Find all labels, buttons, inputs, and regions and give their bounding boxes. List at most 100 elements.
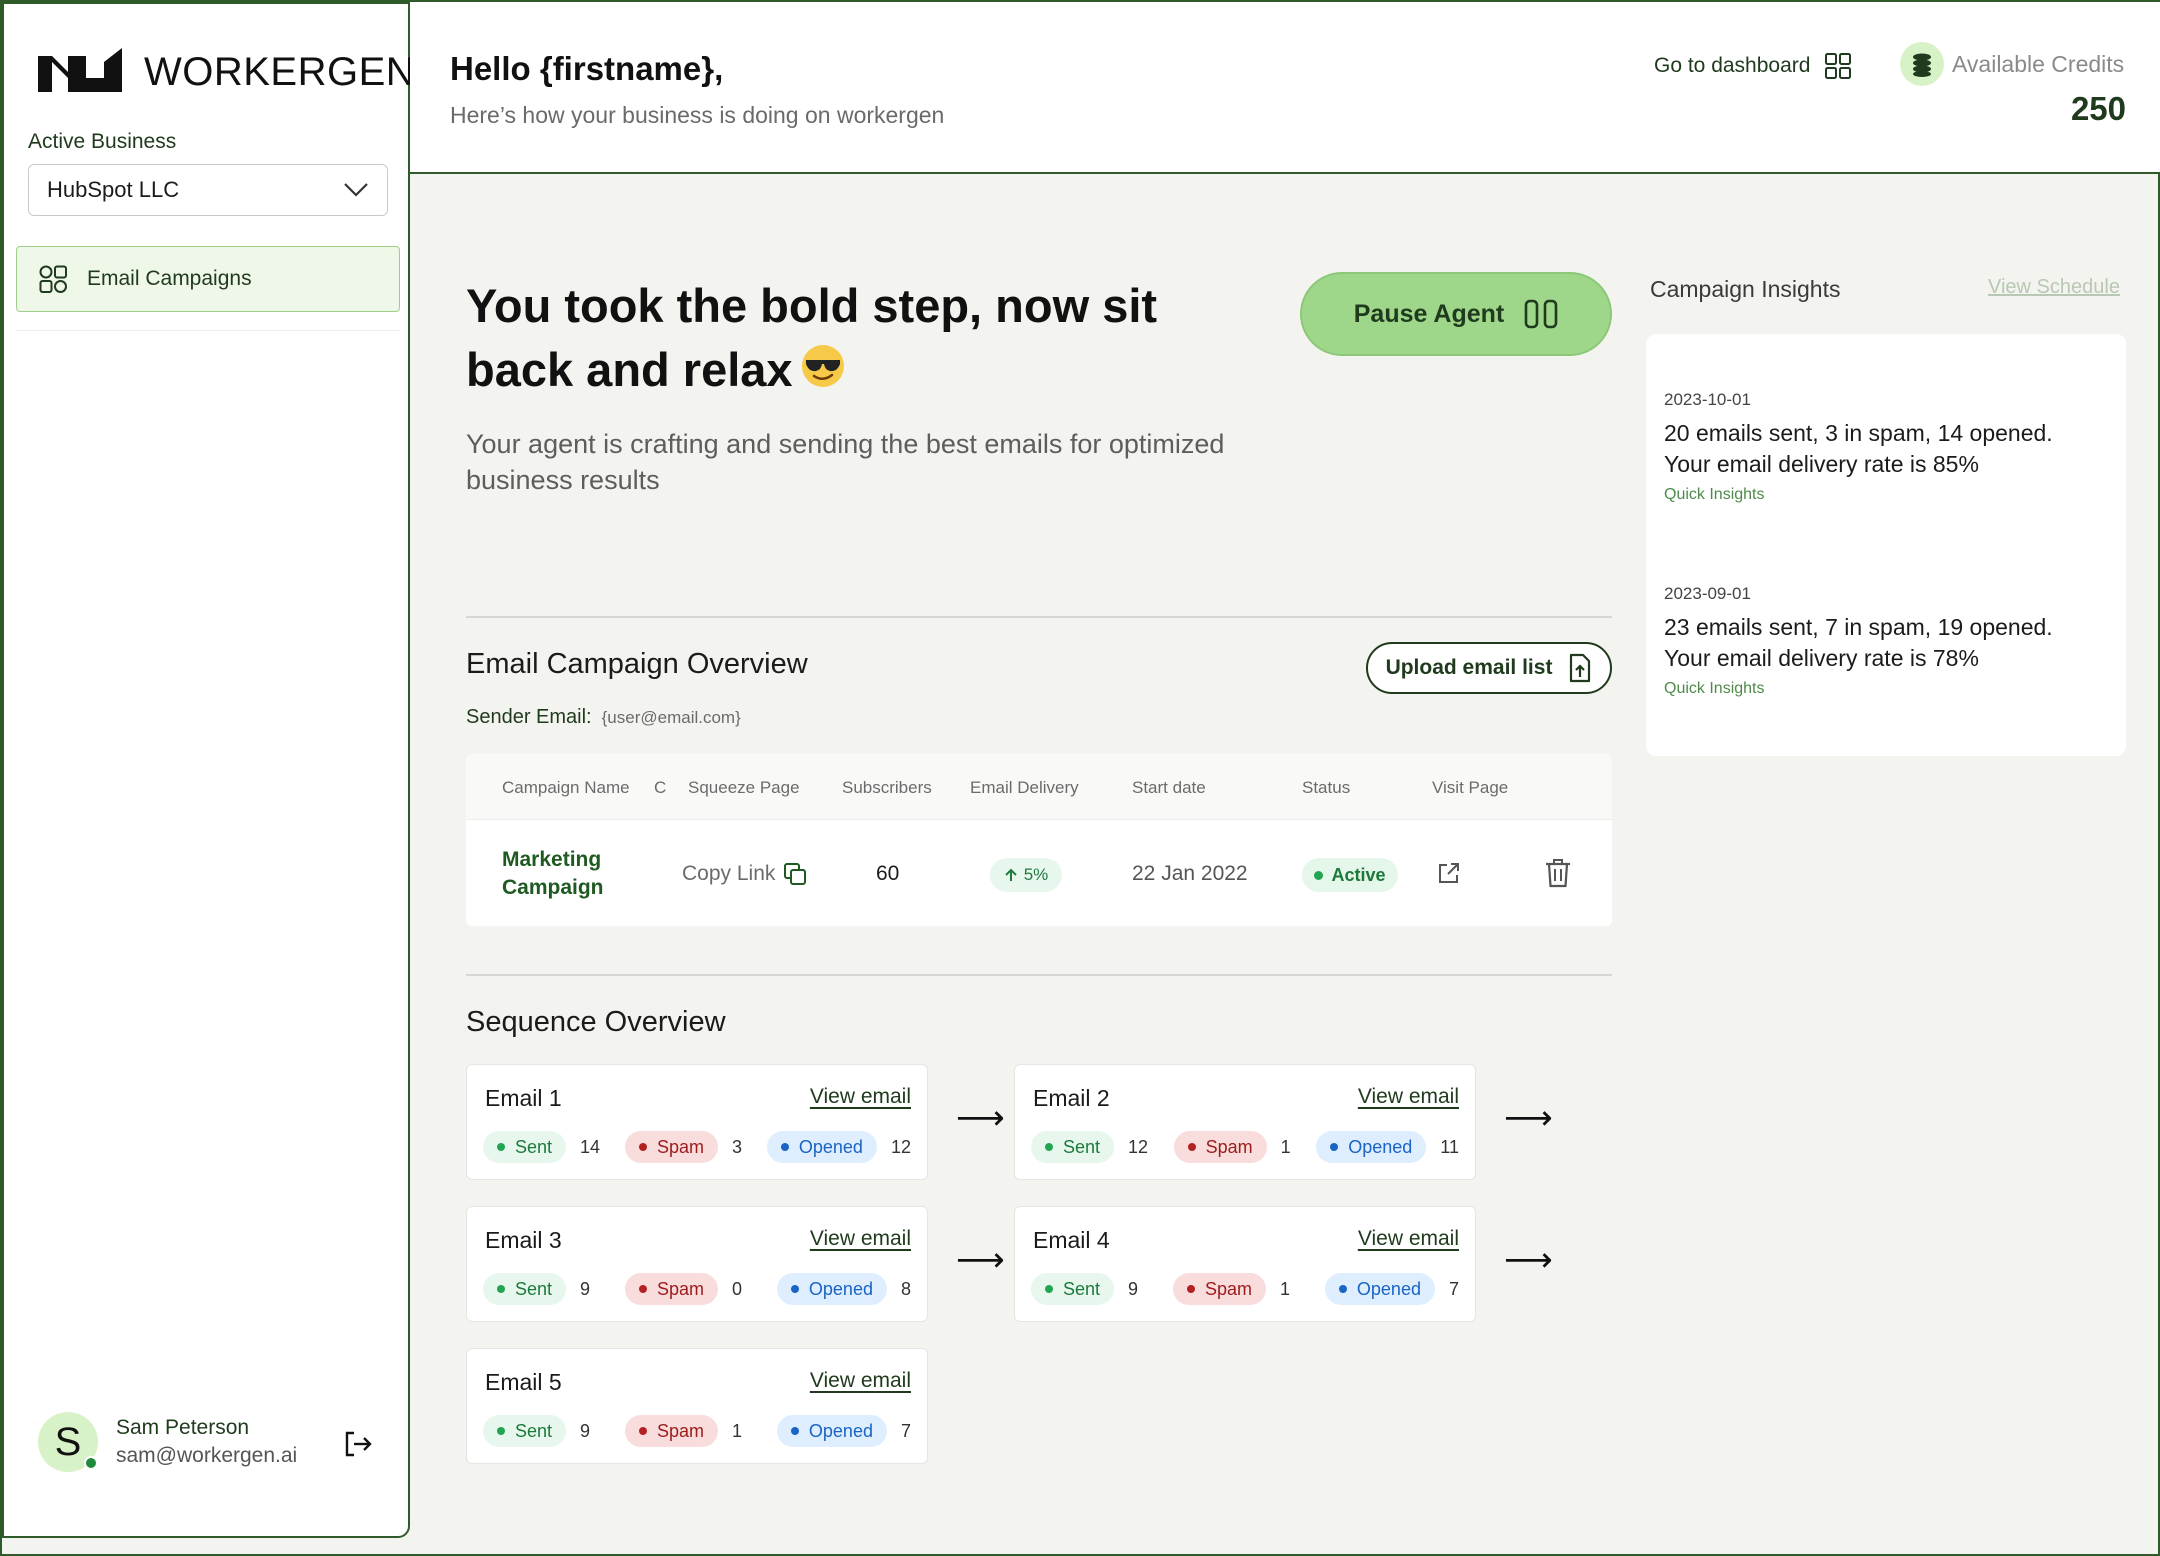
- email-card-title: Email 1: [485, 1085, 562, 1111]
- insight-line: Your email delivery rate is 85%: [1664, 451, 1979, 477]
- grid-icon: [39, 265, 67, 293]
- sidebar: WORKERGEN™ Active Business HubSpot LLC E…: [2, 2, 425, 1538]
- view-email-link[interactable]: View email: [1358, 1085, 1459, 1109]
- user-profile[interactable]: S Sam Peterson sam@workergen.ai: [38, 1412, 297, 1472]
- opened-label: Opened: [808, 1278, 873, 1299]
- trash-icon[interactable]: [1544, 858, 1572, 888]
- col-email-delivery: Email Delivery: [970, 778, 1079, 797]
- quick-insights-tag[interactable]: Quick Insights: [1664, 680, 2053, 698]
- insights-card: 2023-10-01 20 emails sent, 3 in spam, 14…: [1646, 334, 2126, 756]
- view-email-link[interactable]: View email: [810, 1227, 911, 1251]
- opened-label: Opened: [798, 1136, 863, 1157]
- chevron-down-icon: [344, 183, 368, 197]
- spam-label: Spam: [656, 1420, 704, 1441]
- opened-badge: Opened: [766, 1131, 877, 1163]
- opened-badge: Opened: [776, 1415, 887, 1447]
- copy-icon: [784, 863, 807, 885]
- view-email-link[interactable]: View email: [810, 1085, 911, 1109]
- email-card-3: Email 3 View email Sent 9 Spam 0 Opened …: [466, 1206, 928, 1322]
- start-date: 22 Jan 2022: [1132, 862, 1248, 885]
- col-c: C: [654, 778, 667, 797]
- sent-label: Sent: [1063, 1136, 1101, 1157]
- sequence-arrow-icon: ⟶: [1504, 1241, 1553, 1279]
- sidebar-item-email-campaigns[interactable]: Email Campaigns: [16, 246, 400, 312]
- insight-date: 2023-10-01: [1664, 390, 1751, 409]
- opened-badge: Opened: [1316, 1131, 1427, 1163]
- insight-item: 2023-10-01 20 emails sent, 3 in spam, 14…: [1664, 390, 2053, 504]
- sent-count: 12: [1128, 1136, 1149, 1157]
- active-business-label: Active Business: [28, 130, 177, 153]
- file-upload-icon: [1570, 653, 1591, 683]
- dashboard-grid-icon: [1825, 53, 1852, 79]
- hero-title: You took the bold step, now sit back and…: [466, 274, 1226, 406]
- col-visit-page: Visit Page: [1432, 778, 1509, 797]
- opened-dot: [1330, 1143, 1339, 1151]
- sequence-overview-title: Sequence Overview: [466, 1006, 726, 1038]
- spam-badge: Spam: [624, 1415, 718, 1447]
- spam-label: Spam: [656, 1278, 704, 1299]
- opened-label: Opened: [1348, 1136, 1413, 1157]
- section-divider: [466, 616, 1612, 618]
- view-email-link[interactable]: View email: [1358, 1227, 1459, 1251]
- spam-badge: Spam: [1172, 1273, 1266, 1305]
- delivery-badge: 5%: [990, 858, 1062, 892]
- logout-icon[interactable]: [342, 1428, 374, 1460]
- go-to-dashboard-link[interactable]: Go to dashboard: [1654, 52, 1852, 80]
- external-link-icon[interactable]: [1436, 860, 1462, 886]
- business-select[interactable]: HubSpot LLC: [28, 164, 388, 216]
- email-card-2: Email 2 View email Sent 12 Spam 1 Opened…: [1014, 1064, 1476, 1180]
- pause-icon: [1524, 299, 1558, 329]
- insights-title: Campaign Insights: [1650, 276, 1841, 302]
- quick-insights-tag[interactable]: Quick Insights: [1664, 486, 2053, 504]
- coins-icon: [1900, 42, 1944, 86]
- view-email-link[interactable]: View email: [810, 1369, 911, 1393]
- col-status: Status: [1302, 778, 1351, 797]
- greeting: Hello {firstname},: [450, 50, 724, 87]
- spam-dot: [638, 1143, 647, 1151]
- opened-count: 8: [900, 1278, 911, 1299]
- pause-agent-button[interactable]: Pause Agent: [1300, 272, 1612, 356]
- upload-email-list-button[interactable]: Upload email list: [1366, 642, 1612, 694]
- opened-count: 7: [900, 1420, 911, 1441]
- opened-badge: Opened: [1324, 1273, 1435, 1305]
- status-badge: Active: [1302, 858, 1398, 892]
- online-status-dot: [84, 1456, 98, 1470]
- email-card-title: Email 5: [485, 1369, 562, 1395]
- sender-email: Sender Email: {user@email.com}: [466, 706, 741, 729]
- header-subtitle: Here’s how your business is doing on wor…: [450, 102, 945, 128]
- metric-opened: Opened 8: [776, 1273, 911, 1305]
- sent-count: 9: [1128, 1278, 1139, 1299]
- opened-label: Opened: [1356, 1278, 1421, 1299]
- divider: [16, 330, 400, 331]
- header: Hello {firstname}, Here’s how your busin…: [410, 2, 2160, 174]
- spam-dot: [1186, 1285, 1195, 1293]
- insight-line: Your email delivery rate is 78%: [1664, 645, 1979, 671]
- table-header: Campaign Name C Squeeze Page Subscribers…: [466, 754, 1612, 820]
- col-squeeze-page: Squeeze Page: [688, 778, 800, 797]
- spam-count: 1: [1280, 1136, 1291, 1157]
- sent-label: Sent: [515, 1420, 553, 1441]
- insight-item: 2023-09-01 23 emails sent, 7 in spam, 19…: [1664, 584, 2053, 698]
- col-start-date: Start date: [1132, 778, 1206, 797]
- view-schedule-link[interactable]: View Schedule: [1988, 276, 2120, 299]
- copy-link-button[interactable]: Copy Link: [682, 862, 807, 886]
- opened-dot: [790, 1427, 799, 1435]
- campaign-name[interactable]: Marketing Campaign: [502, 846, 632, 902]
- credits-value: 250: [2070, 90, 2126, 127]
- sender-value: {user@email.com}: [601, 708, 741, 727]
- sender-label: Sender Email:: [466, 706, 592, 728]
- copy-link-label: Copy Link: [682, 862, 776, 885]
- opened-badge: Opened: [776, 1273, 887, 1305]
- email-metrics: Sent 14 Spam 3 Opened 12: [483, 1131, 911, 1163]
- sent-badge: Sent: [483, 1415, 567, 1447]
- metric-sent: Sent 12: [1031, 1131, 1148, 1163]
- metric-spam: Spam 1: [624, 1415, 742, 1447]
- subscribers-count: 60: [876, 862, 900, 885]
- sent-badge: Sent: [1031, 1273, 1115, 1305]
- logo-text: WORKERGEN: [144, 49, 416, 94]
- insight-line: 20 emails sent, 3 in spam, 14 opened.: [1664, 420, 2053, 446]
- spam-badge: Spam: [624, 1273, 718, 1305]
- business-select-value: HubSpot LLC: [47, 177, 180, 202]
- spam-dot: [638, 1285, 647, 1293]
- sent-dot: [497, 1427, 505, 1435]
